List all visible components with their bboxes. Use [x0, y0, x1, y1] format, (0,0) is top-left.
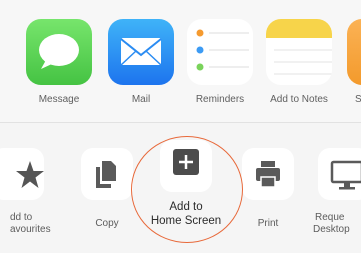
copy-label: Copy [95, 218, 119, 229]
share-sheet: Message Mail Reminders Add to Notes S dd… [0, 0, 361, 253]
print-button[interactable] [242, 148, 294, 200]
reminders-app-label: Reminders [195, 94, 245, 105]
mail-app-button[interactable] [108, 19, 174, 85]
reminders-icon [196, 29, 249, 71]
request-desktop-label-line1: Reque [315, 212, 345, 223]
partial-app-button[interactable] [347, 19, 361, 85]
request-desktop-label: Reque Desktop [313, 212, 350, 236]
add-to-favourites-button[interactable] [0, 148, 44, 200]
message-app-button[interactable] [26, 19, 92, 85]
printer-icon [256, 161, 280, 188]
message-app-label: Message [38, 94, 80, 105]
highlight-circle [131, 136, 243, 243]
mail-icon [120, 38, 162, 66]
print-label: Print [257, 218, 279, 229]
notes-icon [266, 19, 332, 75]
add-to-favourites-label: dd to avourites [10, 212, 51, 236]
add-to-favourites-label-line2: avourites [10, 224, 51, 235]
message-icon [39, 34, 79, 69]
mail-app-label: Mail [131, 94, 151, 105]
add-to-favourites-label-line1: dd to [10, 212, 33, 223]
notes-app-label: Add to Notes [270, 94, 328, 105]
request-desktop-button[interactable] [318, 148, 361, 200]
star-icon [16, 161, 44, 188]
desktop-icon [330, 160, 361, 190]
copy-icon [96, 161, 116, 188]
app-share-row: Message Mail Reminders Add to Notes S [0, 0, 361, 122]
request-desktop-label-line2: Desktop [313, 224, 350, 235]
copy-button[interactable] [81, 148, 133, 200]
reminders-app-button[interactable] [187, 19, 253, 85]
notes-app-button[interactable] [266, 19, 332, 85]
partial-app-label: S [355, 94, 361, 105]
